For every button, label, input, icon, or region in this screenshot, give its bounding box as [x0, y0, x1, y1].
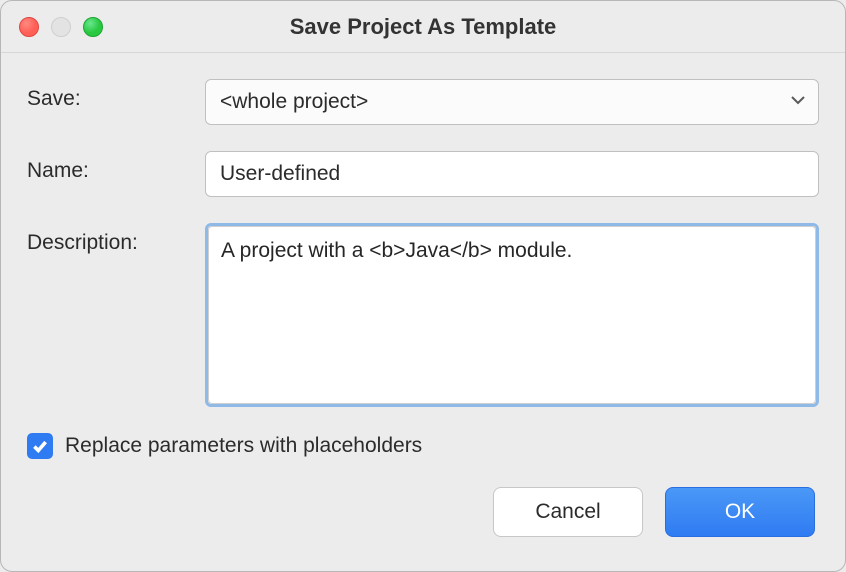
dialog-window: Save Project As Template Save: <whole pr… — [0, 0, 846, 572]
replace-checkbox-label: Replace parameters with placeholders — [65, 434, 422, 458]
zoom-icon[interactable] — [83, 17, 103, 37]
save-select[interactable]: <whole project> — [205, 79, 819, 125]
window-title: Save Project As Template — [1, 14, 845, 40]
replace-checkbox-row[interactable]: Replace parameters with placeholders — [27, 433, 819, 459]
dialog-content: Save: <whole project> Name: Description:… — [1, 53, 845, 571]
form: Save: <whole project> Name: Description: — [27, 79, 819, 407]
description-textarea[interactable] — [208, 226, 816, 404]
close-icon[interactable] — [19, 17, 39, 37]
check-icon — [31, 437, 49, 455]
save-select-value: <whole project> — [220, 90, 368, 114]
window-controls — [19, 17, 103, 37]
chevron-down-icon — [790, 90, 806, 114]
dialog-buttons: Cancel OK — [27, 487, 819, 537]
cancel-button[interactable]: Cancel — [493, 487, 643, 537]
replace-checkbox[interactable] — [27, 433, 53, 459]
name-label: Name: — [27, 151, 185, 183]
name-input[interactable] — [205, 151, 819, 197]
titlebar: Save Project As Template — [1, 1, 845, 53]
minimize-icon — [51, 17, 71, 37]
description-field-focus-ring — [205, 223, 819, 407]
description-label: Description: — [27, 223, 185, 255]
ok-button[interactable]: OK — [665, 487, 815, 537]
save-label: Save: — [27, 79, 185, 111]
